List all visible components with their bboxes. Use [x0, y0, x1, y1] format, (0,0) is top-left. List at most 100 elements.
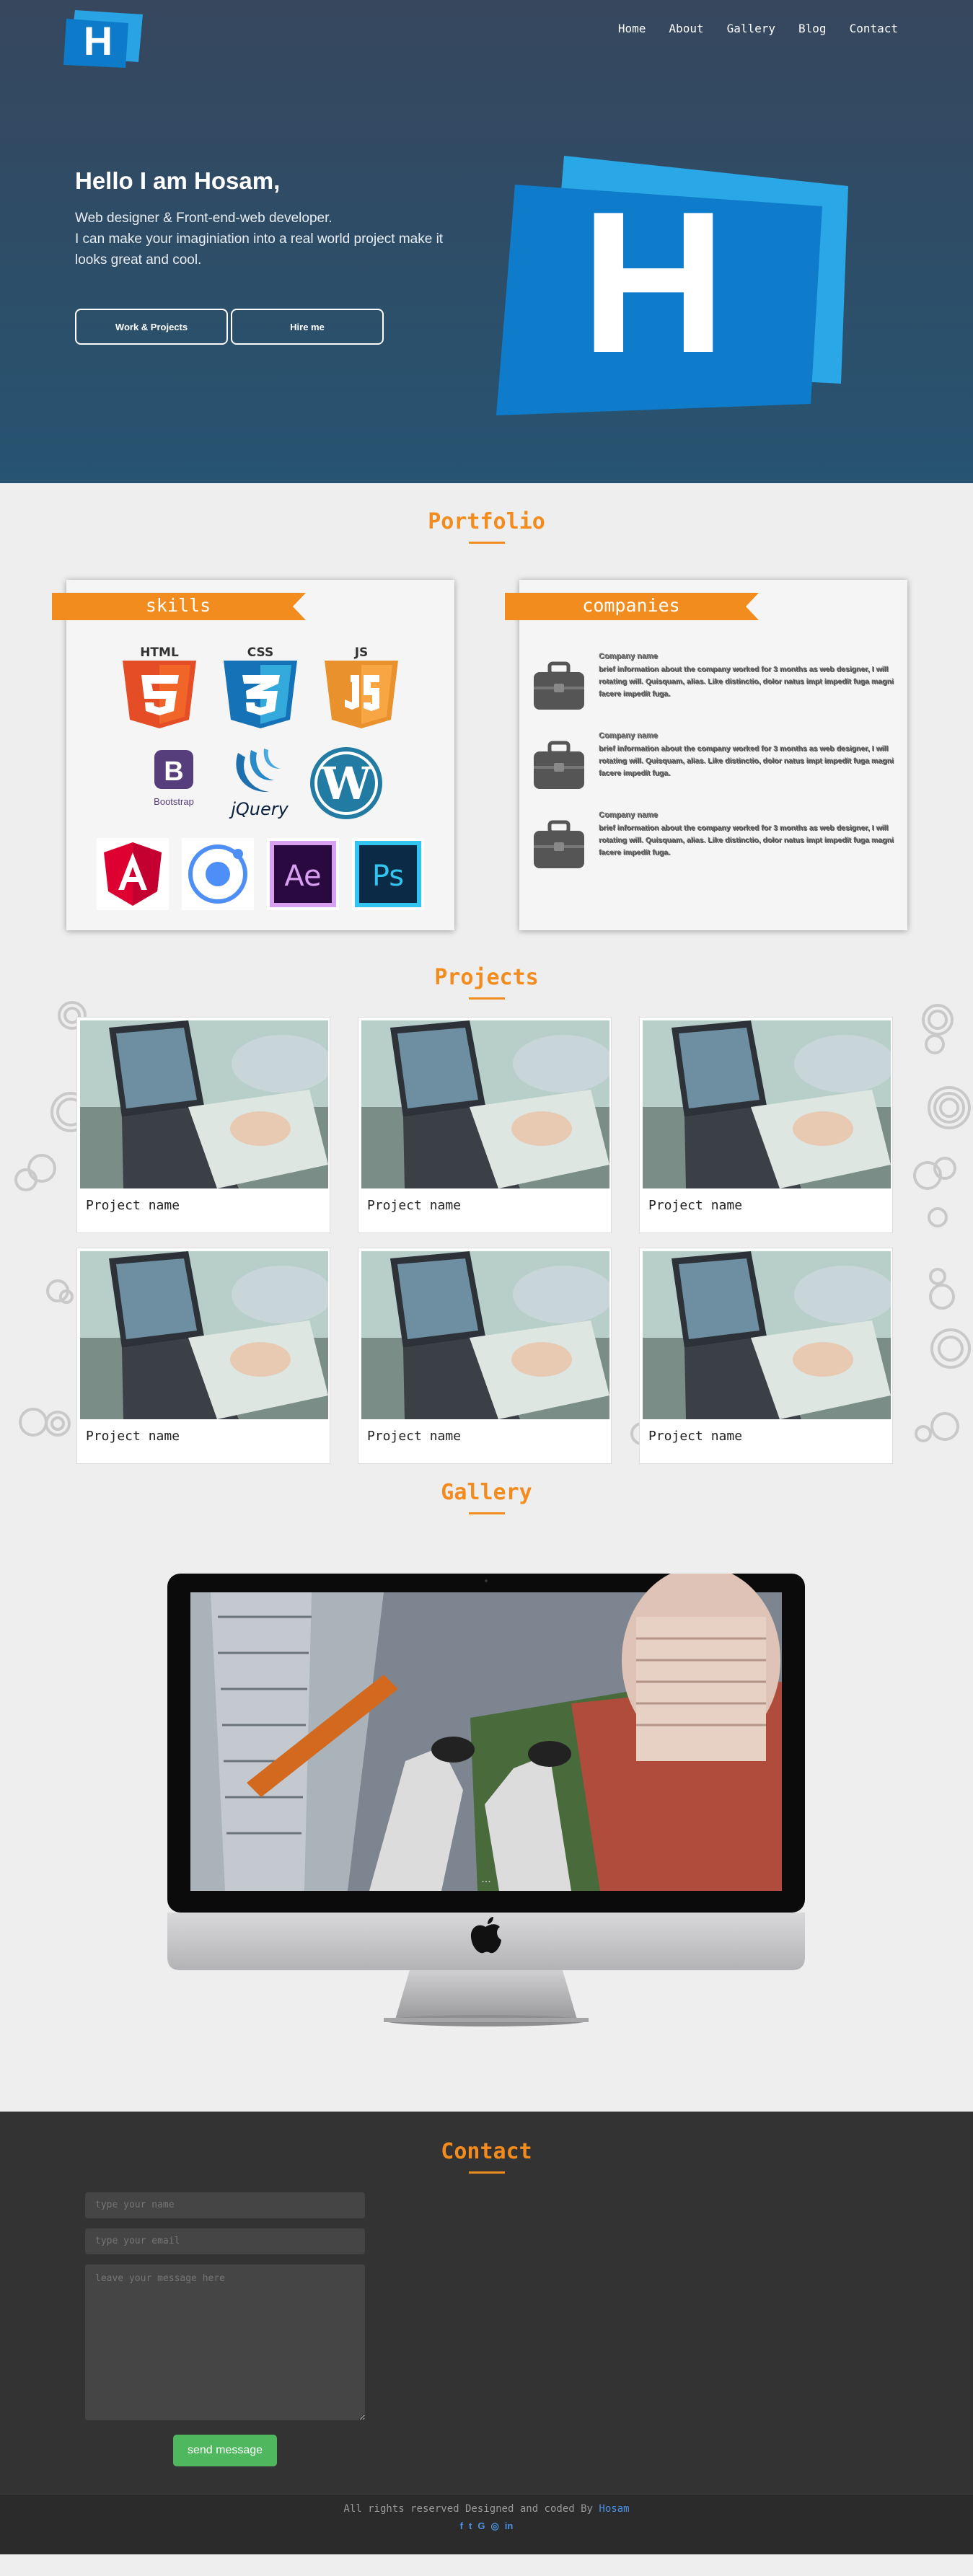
send-message-button[interactable]: send message [173, 2435, 277, 2466]
google-plus-icon[interactable]: G [477, 2520, 485, 2532]
copyright-label: All rights reserved Designed and coded B… [343, 2503, 599, 2515]
project-card[interactable]: Project name [639, 1248, 893, 1464]
social-links: f t G ◎ in [0, 2520, 973, 2532]
name-field[interactable] [85, 2192, 365, 2218]
author-link[interactable]: Hosam [599, 2503, 629, 2515]
company-description: brief information about the company work… [599, 744, 894, 777]
email-field[interactable] [85, 2228, 365, 2254]
company-description: brief information about the company work… [599, 824, 894, 857]
project-thumbnail [361, 1020, 609, 1188]
project-card[interactable]: Project name [358, 1017, 612, 1233]
photoshop-icon: Ps [352, 838, 424, 910]
svg-text:Ae: Ae [284, 860, 321, 893]
portfolio-title: Portfolio [428, 509, 545, 534]
project-thumbnail [80, 1251, 328, 1419]
title-underline [468, 1512, 505, 1514]
svg-text:jQuery: jQuery [229, 799, 289, 819]
project-name: Project name [648, 1198, 743, 1213]
html5-icon: HTML [123, 645, 196, 728]
portfolio-section: Portfolio skills HTML CSS JS B Bootstrap… [0, 483, 973, 958]
wordpress-icon: W [310, 747, 382, 819]
company-item: Company name brief information about the… [532, 731, 894, 811]
jquery-icon: jQuery [229, 749, 289, 819]
title-underline [468, 2171, 505, 2174]
hero-subtitle-1: Web designer & Front-end-web developer. [75, 211, 333, 226]
project-card[interactable]: Project name [639, 1017, 893, 1233]
hero-subtitle-3: looks great and cool. [75, 252, 202, 268]
projects-section: Projects Project name Project name Proje… [0, 958, 973, 1477]
copyright-text: All rights reserved Designed and coded B… [0, 2495, 973, 2515]
project-thumbnail [643, 1020, 891, 1188]
hire-me-button[interactable]: Hire me [231, 309, 384, 345]
svg-text:Ps: Ps [372, 860, 404, 893]
skills-card: skills HTML CSS JS B Bootstrap jQuery W … [52, 580, 454, 930]
bootstrap-icon: B Bootstrap [154, 750, 194, 807]
hero-title: Hello I am Hosam, [75, 167, 281, 194]
svg-text:B: B [164, 757, 183, 787]
project-thumbnail [80, 1020, 328, 1188]
gallery-section: Gallery ... [0, 1477, 973, 2112]
company-name: Company name [599, 652, 658, 661]
company-item: Company name brief information about the… [532, 811, 894, 890]
project-name: Project name [648, 1429, 743, 1444]
title-underline [468, 542, 505, 544]
title-underline [468, 997, 505, 1000]
ionic-icon [182, 838, 254, 910]
companies-label: companies [582, 595, 680, 616]
facebook-icon[interactable]: f [460, 2520, 463, 2532]
project-name: Project name [86, 1198, 180, 1213]
hero-buttons: Work & Projects Hire me [75, 309, 384, 345]
imac-slider: ... [167, 1574, 805, 2026]
project-name: Project name [367, 1198, 462, 1213]
svg-text:HTML: HTML [140, 645, 179, 660]
logo-letter: H [84, 18, 113, 63]
project-card[interactable]: Project name [358, 1248, 612, 1464]
contact-section: Contact send message [0, 2112, 973, 2494]
projects-title: Projects [434, 965, 539, 990]
instagram-icon[interactable]: ◎ [490, 2520, 498, 2532]
site-logo[interactable]: H [63, 7, 144, 68]
after-effects-icon: Ae [267, 838, 339, 910]
nav-blog[interactable]: Blog [798, 22, 827, 35]
gallery-slide[interactable] [190, 1574, 782, 1891]
company-description: brief information about the company work… [599, 665, 894, 698]
company-name: Company name [599, 731, 658, 740]
main-nav: Home About Gallery Blog Contact [618, 22, 898, 35]
svg-text:CSS: CSS [247, 645, 274, 660]
nav-gallery[interactable]: Gallery [727, 22, 775, 35]
briefcase-icon [534, 820, 584, 868]
slider-dots: ... [481, 1874, 490, 1885]
svg-text:Bootstrap: Bootstrap [154, 796, 194, 807]
skills-label: skills [145, 595, 211, 616]
message-field[interactable] [85, 2264, 365, 2420]
svg-text:JS: JS [354, 645, 369, 660]
companies-card: companies Company name brief information… [505, 580, 907, 930]
project-thumbnail [361, 1251, 609, 1419]
svg-text:H: H [581, 170, 726, 395]
project-name: Project name [86, 1429, 180, 1444]
company-name: Company name [599, 811, 658, 819]
javascript-icon: JS [325, 645, 398, 728]
company-item: Company name brief information about the… [532, 652, 894, 731]
work-projects-button[interactable]: Work & Projects [75, 309, 228, 345]
gallery-title: Gallery [441, 1480, 532, 1505]
briefcase-icon [534, 661, 584, 710]
hero-logo: H [496, 156, 848, 415]
project-card[interactable]: Project name [76, 1248, 330, 1464]
project-card[interactable]: Project name [76, 1017, 330, 1233]
linkedin-icon[interactable]: in [505, 2520, 514, 2532]
nav-contact[interactable]: Contact [850, 22, 898, 35]
nav-home[interactable]: Home [618, 22, 646, 35]
hero-subtitle-2: I can make your imaginiation into a real… [75, 231, 444, 247]
contact-title: Contact [441, 2139, 532, 2164]
svg-text:W: W [320, 757, 372, 810]
project-name: Project name [367, 1429, 462, 1444]
css3-icon: CSS [224, 645, 297, 728]
angular-icon [97, 838, 169, 910]
hero-intro: Hello I am Hosam, Web designer & Front-e… [75, 167, 479, 270]
twitter-icon[interactable]: t [469, 2520, 472, 2532]
footer: All rights reserved Designed and coded B… [0, 2494, 973, 2554]
nav-about[interactable]: About [669, 22, 703, 35]
project-thumbnail [643, 1251, 891, 1419]
briefcase-icon [534, 741, 584, 789]
